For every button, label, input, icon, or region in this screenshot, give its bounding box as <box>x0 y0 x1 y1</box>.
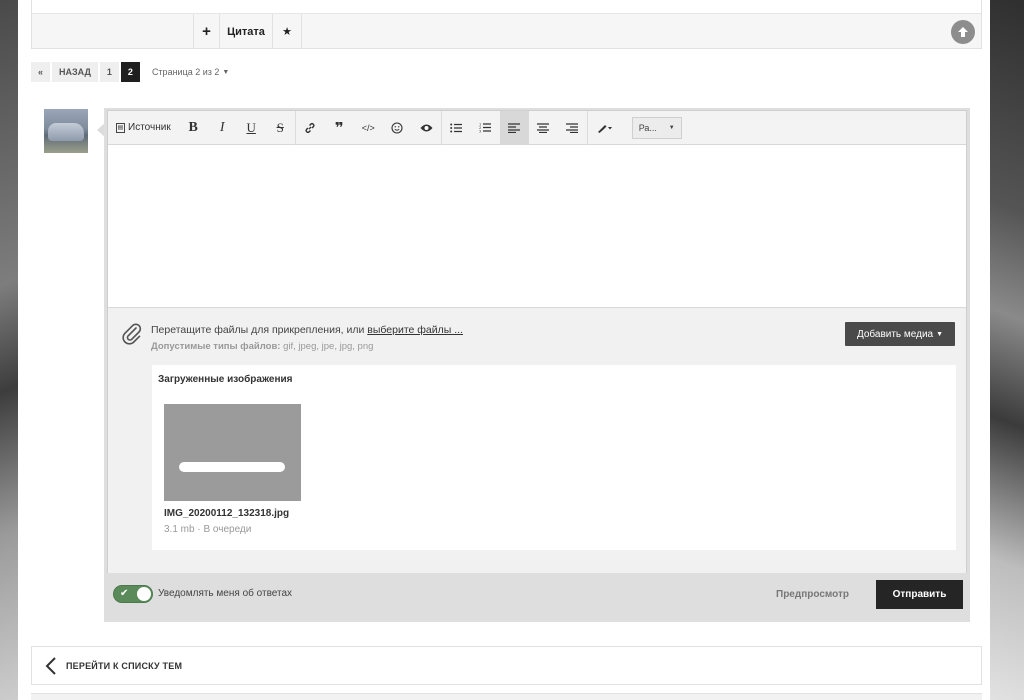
uploaded-images-panel: Загруженные изображения IMG_20200112_132… <box>152 365 956 550</box>
chevron-down-icon: ▼ <box>936 330 944 338</box>
toggle-knob <box>137 587 151 601</box>
bottom-strip <box>31 693 982 700</box>
numbered-list-icon[interactable]: 123 <box>471 111 500 145</box>
upload-progress-bar <box>179 462 285 472</box>
pagination-page-1[interactable]: 1 <box>99 62 119 82</box>
svg-text:3: 3 <box>479 130 481 134</box>
allowed-file-types: Допустимые типы файлов: gif, jpeg, jpe, … <box>151 341 373 352</box>
bullet-list-icon[interactable] <box>442 111 471 145</box>
allowed-types-value: gif, jpeg, jpe, jpg, png <box>280 341 374 352</box>
align-left-icon[interactable] <box>499 110 529 145</box>
editor-toolbar: ▤ Источник B I U S ❞ </> 1 2 3 Ра... ▼ <box>108 110 966 145</box>
code-icon[interactable]: </> <box>354 111 383 145</box>
notify-replies-label[interactable]: Уведомлять меня об ответах <box>158 588 292 599</box>
link-icon[interactable] <box>296 111 325 145</box>
text-color-icon[interactable] <box>588 111 622 145</box>
choose-files-link[interactable]: выберите файлы ... <box>367 324 463 336</box>
message-textarea[interactable] <box>108 146 966 307</box>
spoiler-eye-icon[interactable] <box>412 111 441 145</box>
back-to-topics-link[interactable]: ПЕРЕЙТИ К СПИСКУ ТЕМ <box>31 646 982 685</box>
page-content: + Цитата ★ « НАЗАД 1 2 Страница 2 из 2 ▼… <box>18 0 990 700</box>
uploaded-file-name: IMG_20200112_132318.jpg <box>164 508 290 519</box>
avatar[interactable] <box>44 109 88 153</box>
reply-composer: ▤ Источник B I U S ❞ </> 1 2 3 Ра... ▼ П… <box>104 108 970 622</box>
bold-icon[interactable]: B <box>179 111 208 145</box>
paperclip-icon <box>122 323 142 345</box>
pagination-page-jump[interactable]: Страница 2 из 2 ▼ <box>152 67 229 77</box>
emoji-icon[interactable] <box>383 111 412 145</box>
quote-button[interactable]: Цитата <box>219 14 272 49</box>
add-media-button[interactable]: Добавить медиа ▼ <box>845 322 955 346</box>
uploaded-image-thumbnail[interactable] <box>164 404 301 501</box>
source-icon: ▤ <box>116 122 125 133</box>
font-select-value: Ра... <box>638 122 657 133</box>
underline-icon[interactable]: U <box>237 111 266 145</box>
pagination-first-button[interactable]: « <box>31 62 51 82</box>
align-right-icon[interactable] <box>558 111 587 145</box>
background-right-decoration <box>988 0 1024 700</box>
quote-icon[interactable]: ❞ <box>325 111 354 145</box>
source-label: Источник <box>128 122 171 133</box>
pagination-back-button[interactable]: НАЗАД <box>52 62 98 82</box>
star-button[interactable]: ★ <box>272 14 302 49</box>
post-action-bar: + Цитата ★ <box>31 0 982 49</box>
notify-replies-toggle[interactable]: ✔ <box>113 585 153 603</box>
pagination-page-info: Страница 2 из 2 <box>151 67 220 77</box>
font-size-select[interactable]: Ра... ▼ <box>631 116 682 139</box>
back-to-topics-label: ПЕРЕЙТИ К СПИСКУ ТЕМ <box>66 660 183 671</box>
arrow-up-circle-icon[interactable] <box>951 20 975 44</box>
pagination-page-2[interactable]: 2 <box>120 62 140 82</box>
italic-icon[interactable]: I <box>208 111 237 145</box>
drop-files-text: Перетащите файлы для прикрепления, или в… <box>151 324 463 336</box>
source-button[interactable]: ▤ Источник <box>108 111 179 145</box>
avatar-car-image <box>48 123 84 141</box>
uploaded-file-meta: 3.1 mb · В очереди <box>164 524 252 535</box>
strikethrough-icon[interactable]: S <box>266 111 295 145</box>
pagination: « НАЗАД 1 2 Страница 2 из 2 ▼ <box>31 62 229 82</box>
chevron-left-icon <box>45 656 56 675</box>
drop-files-label: Перетащите файлы для прикрепления, или <box>151 324 368 336</box>
multiquote-plus-button[interactable]: + <box>193 14 219 49</box>
align-center-icon[interactable] <box>529 111 558 145</box>
chevron-down-icon: ▼ <box>668 124 675 131</box>
submit-button[interactable]: Отправить <box>876 580 963 609</box>
editor-box: ▤ Источник B I U S ❞ </> 1 2 3 Ра... ▼ П… <box>107 110 967 573</box>
allowed-types-label: Допустимые типы файлов: <box>151 341 281 352</box>
preview-button[interactable]: Предпросмотр <box>776 589 849 600</box>
chevron-down-icon: ▼ <box>222 68 230 76</box>
check-icon: ✔ <box>120 588 129 599</box>
add-media-label: Добавить медиа <box>856 328 934 340</box>
uploaded-images-title: Загруженные изображения <box>158 374 293 385</box>
attachments-area[interactable]: Перетащите файлы для прикрепления, или в… <box>108 307 966 573</box>
post-action-bar-inner: + Цитата ★ <box>32 13 981 49</box>
